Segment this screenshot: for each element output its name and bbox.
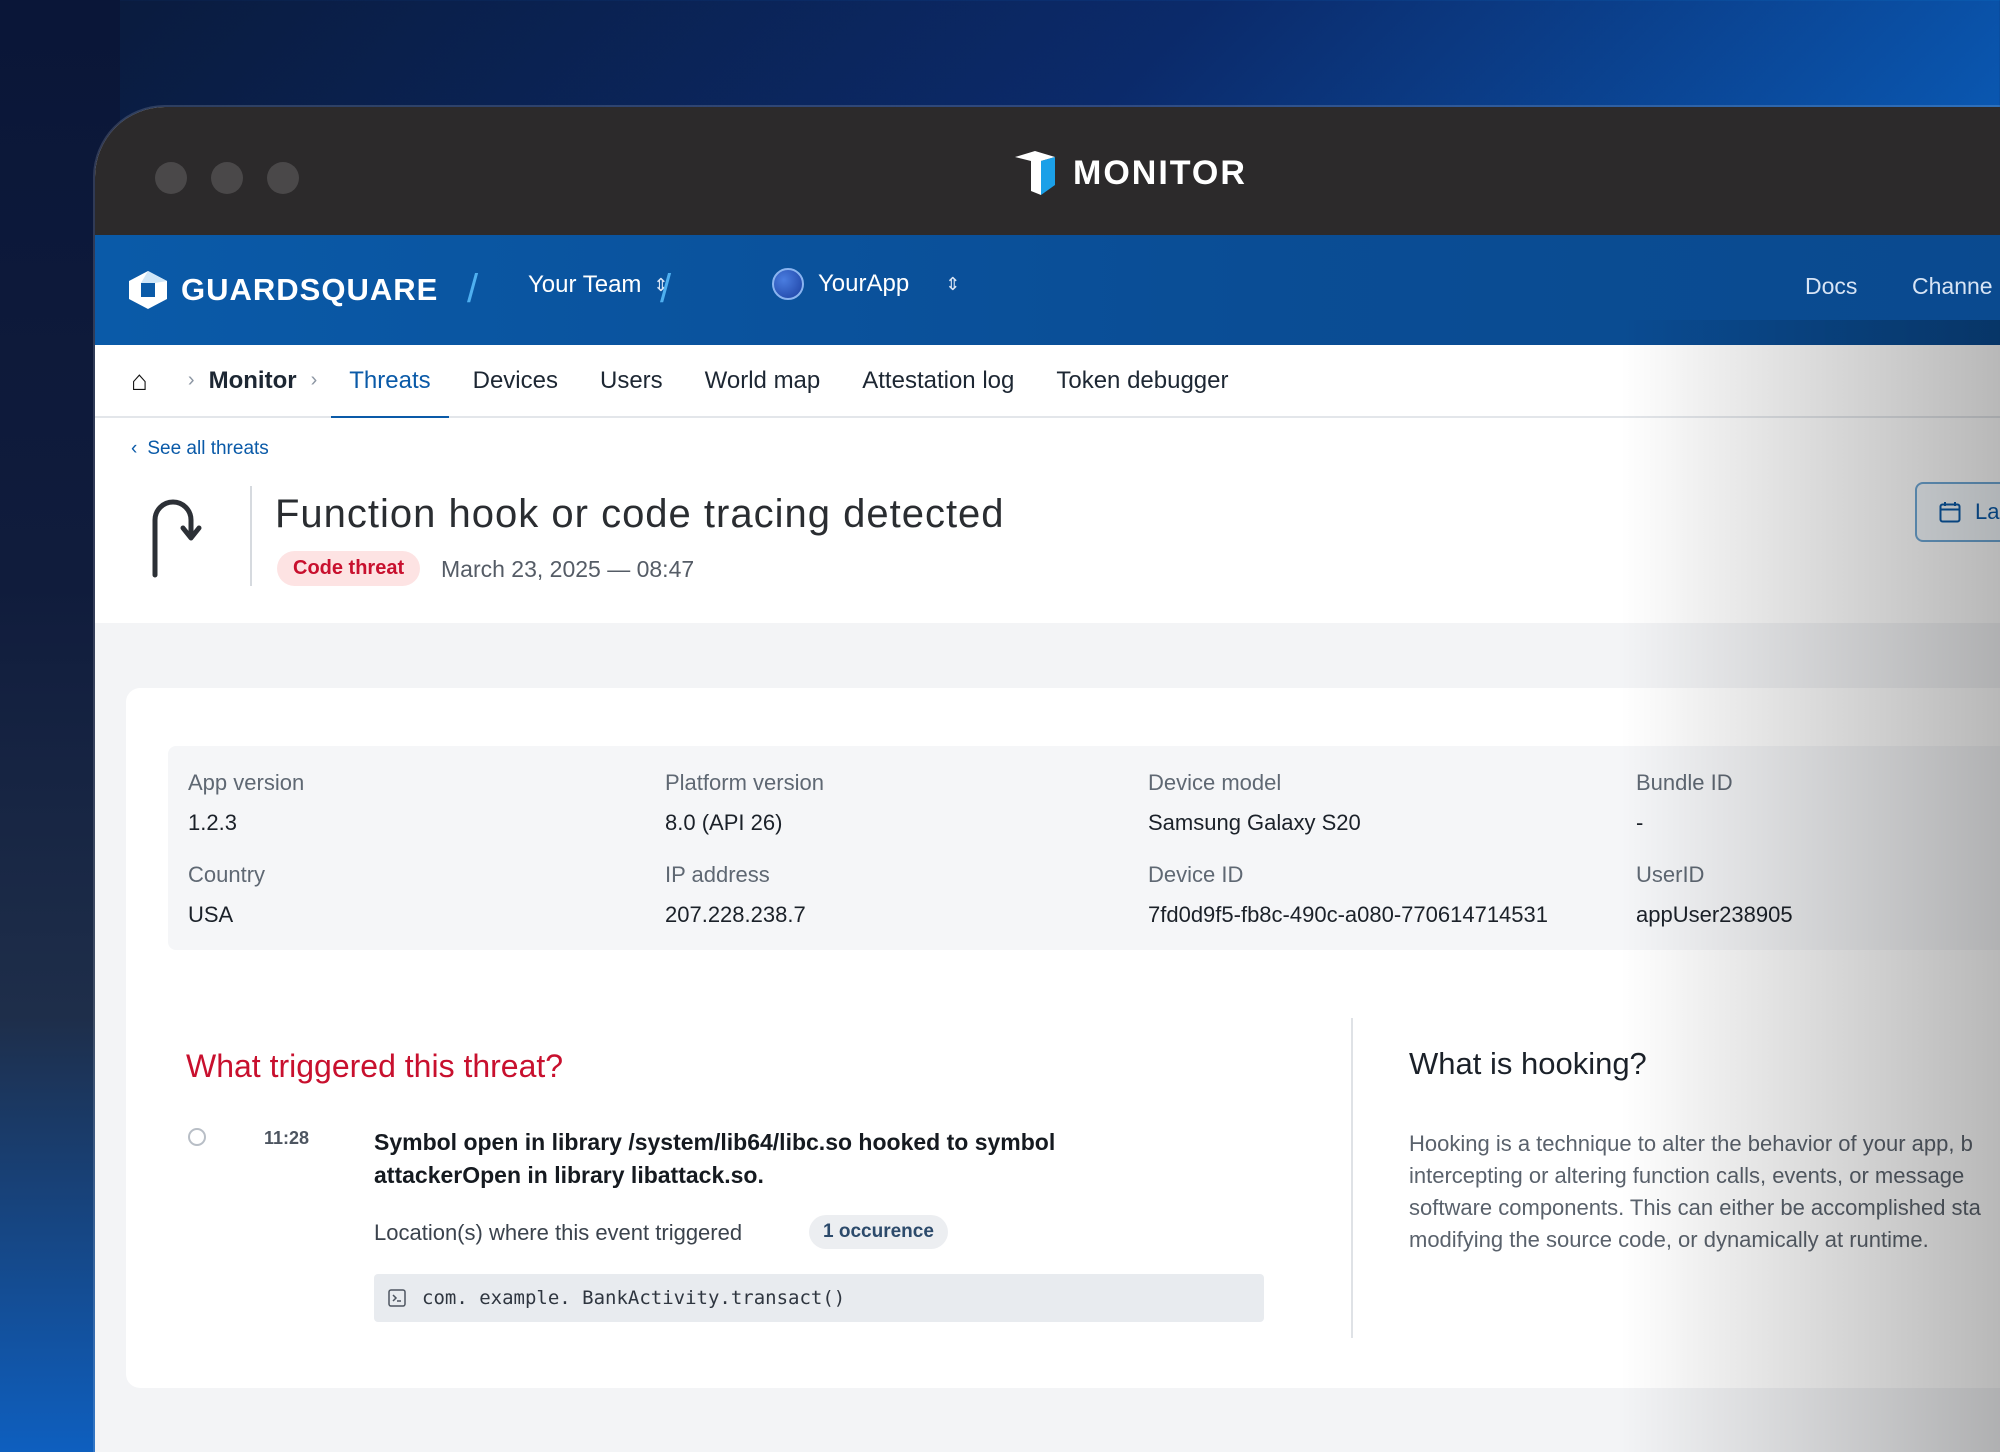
info-label: UserID (1636, 862, 1705, 887)
tab-devices[interactable]: Devices (473, 367, 558, 395)
team-name: Your Team (528, 271, 642, 298)
window-controls (155, 162, 299, 194)
docs-link[interactable]: Docs (1805, 273, 1857, 300)
top-navbar: GUARDSQUARE / Your Team ⇕ / YourApp ⇕ Do… (95, 235, 2000, 345)
info-value: - (1636, 810, 1644, 835)
info-label: App version (188, 770, 305, 795)
info-app-version: App version 1.2.3 (188, 770, 304, 836)
chevron-right-icon: › (310, 369, 318, 391)
hook-icon (152, 499, 202, 578)
trigger-section-title: What triggered this threat? (186, 1048, 564, 1084)
changelog-link[interactable]: Channe (1912, 273, 1993, 300)
chevron-up-down-icon: ⇕ (945, 273, 961, 294)
window-title: MONITOR (1015, 151, 1247, 195)
info-device-id: Device ID 7fd0d9f5-fb8c-490c-a080-770614… (1148, 862, 1548, 928)
app-selector[interactable]: YourApp ⇕ (772, 268, 960, 300)
monitor-logo-icon (1015, 151, 1055, 195)
location-label: Location(s) where this event triggered (374, 1220, 743, 1245)
header-divider (250, 486, 252, 586)
tab-attestation-log[interactable]: Attestation log (862, 367, 1014, 395)
event-description: Symbol open in library /system/lib64/lib… (374, 1129, 1056, 1188)
info-label: Country (188, 862, 266, 887)
info-label: Device model (1148, 770, 1282, 795)
maximize-window-button[interactable] (267, 162, 299, 194)
home-icon[interactable]: ⌂ (131, 365, 148, 397)
app-window: MONITOR GUARDSQUARE / Your Team ⇕ / Your… (95, 107, 2000, 1452)
occurrence-badge: 1 occurence (809, 1215, 948, 1249)
page-title: Function hook or code tracing detected (275, 492, 1005, 536)
window-title-text: MONITOR (1073, 153, 1247, 192)
breadcrumb-monitor[interactable]: Monitor (209, 367, 297, 395)
info-country: Country USA (188, 862, 265, 928)
date-range-button[interactable]: La (1915, 482, 2000, 542)
code-location[interactable]: com. example. BankActivity.transact() (374, 1274, 1264, 1322)
date-range-label: La (1975, 499, 2000, 524)
breadcrumb-separator: / (660, 267, 672, 311)
info-user-id: UserID appUser238905 (1636, 862, 1793, 928)
timeline-dot (188, 1128, 206, 1146)
threat-detail-card: App version 1.2.3 Platform version 8.0 (… (126, 688, 2000, 1388)
hooking-info-text: Hooking is a technique to alter the beha… (1409, 1131, 1981, 1252)
main-content: App version 1.2.3 Platform version 8.0 (… (95, 623, 2000, 1452)
info-value: appUser238905 (1636, 902, 1793, 927)
breadcrumb-separator: / (467, 267, 479, 311)
brand-name: GUARDSQUARE (181, 272, 439, 307)
info-platform-version: Platform version 8.0 (API 26) (665, 770, 824, 836)
title-bar: MONITOR (95, 107, 2000, 235)
calendar-icon (1939, 502, 1961, 523)
terminal-icon (388, 1289, 406, 1307)
info-bundle-id: Bundle ID - (1636, 770, 1733, 836)
info-label: Device ID (1148, 862, 1244, 887)
close-window-button[interactable] (155, 162, 187, 194)
threat-type-badge: Code threat (277, 551, 421, 586)
brand[interactable]: GUARDSQUARE (129, 271, 438, 309)
info-label: IP address (665, 862, 770, 887)
team-selector[interactable]: Your Team ⇕ (528, 271, 669, 299)
info-label: Bundle ID (1636, 770, 1733, 795)
sub-navigation: ⌂ › Monitor › Threats Devices Users Worl… (95, 345, 2000, 419)
info-value: USA (188, 902, 234, 927)
tab-world-map[interactable]: World map (705, 367, 821, 395)
info-value: 7fd0d9f5-fb8c-490c-a080-770614714531 (1148, 902, 1548, 927)
info-value: 8.0 (API 26) (665, 810, 783, 835)
device-info-grid: App version 1.2.3 Platform version 8.0 (… (168, 746, 2000, 950)
info-label: Platform version (665, 770, 824, 795)
info-value: Samsung Galaxy S20 (1148, 810, 1361, 835)
see-all-threats-label: See all threats (147, 438, 269, 459)
info-value: 1.2.3 (188, 810, 237, 835)
chevron-right-icon: › (187, 369, 195, 391)
tab-token-debugger[interactable]: Token debugger (1056, 367, 1228, 395)
section-divider (1351, 1018, 1353, 1338)
tab-threats[interactable]: Threats (331, 367, 450, 419)
guardsquare-logo-icon (129, 271, 167, 309)
info-ip-address: IP address 207.228.238.7 (665, 862, 806, 928)
see-all-threats-link[interactable]: ‹ See all threats (131, 438, 269, 460)
minimize-window-button[interactable] (211, 162, 243, 194)
threat-header: ‹ See all threats Function hook or code … (95, 418, 2000, 623)
app-name: YourApp (818, 270, 910, 297)
info-device-model: Device model Samsung Galaxy S20 (1148, 770, 1361, 836)
event-time: 11:28 (264, 1128, 310, 1148)
code-location-text: com. example. BankActivity.transact() (422, 1287, 846, 1309)
app-avatar (772, 268, 804, 300)
threat-date: March 23, 2025 — 08:47 (441, 556, 695, 582)
info-value: 207.228.238.7 (665, 902, 806, 927)
hooking-info-title: What is hooking? (1409, 1046, 1647, 1081)
chevron-left-icon: ‹ (131, 438, 138, 459)
tab-users[interactable]: Users (600, 367, 663, 395)
